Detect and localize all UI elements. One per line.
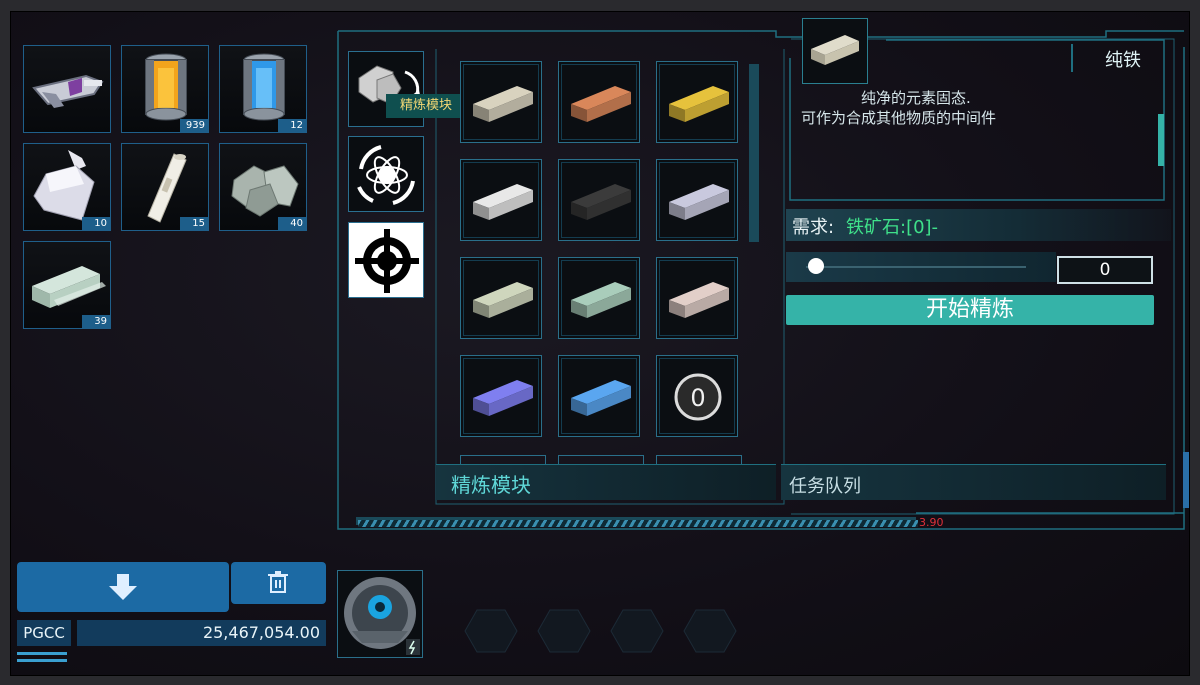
atom-cycle-icon [357, 145, 415, 205]
module-synthesis-button[interactable] [348, 136, 424, 212]
inventory-slot-blue-canister[interactable]: 12 [219, 45, 307, 133]
sphere-icon: 0 [674, 373, 722, 421]
quantity-slider[interactable] [786, 252, 1056, 282]
recipe-slot-ingot-mint[interactable] [558, 257, 640, 339]
item-count: 939 [180, 119, 208, 132]
status-line [17, 652, 67, 655]
ingot-icon [669, 282, 729, 318]
item-count: 39 [82, 315, 110, 328]
ingot-icon [473, 86, 533, 122]
status-line [17, 659, 67, 662]
ingot-icon [571, 184, 631, 220]
inventory-slot-glass-flask[interactable]: 10 [23, 143, 111, 231]
recipe-slot-sphere-zero[interactable]: 0 [656, 355, 738, 437]
discard-button[interactable] [231, 562, 326, 604]
recipe-slot-ingot-silver[interactable] [460, 159, 542, 241]
ship-slot[interactable] [337, 570, 423, 658]
ingot-icon [473, 380, 533, 416]
recipe-slot-ingot-lavender[interactable] [656, 159, 738, 241]
item-title: 纯铁 [1105, 50, 1141, 71]
recipe-scrollbar[interactable] [749, 64, 759, 242]
item-count: 40 [278, 217, 306, 230]
progress-value: 3.90 [919, 516, 944, 529]
recipe-slot-ingot-violet[interactable] [460, 355, 542, 437]
ingot-icon [473, 282, 533, 318]
game-screen: 939 12 10 15 40 39 精炼模块 0 精炼模块 任务队列 3.90… [10, 11, 1190, 676]
recipe-slot-ingot-dark[interactable] [558, 159, 640, 241]
module-tooltip: 精炼模块 [386, 94, 466, 118]
module-target-button[interactable] [348, 222, 424, 298]
recipe-slot-ingot-gold[interactable] [656, 61, 738, 143]
arrow-down-icon [109, 574, 137, 600]
recipe-slot-ingot-sky[interactable] [558, 355, 640, 437]
requirement-item: 铁矿石:[0]- [846, 217, 939, 238]
start-refine-button[interactable]: 开始精炼 [786, 295, 1154, 325]
quantity-input[interactable]: 0 [1057, 256, 1153, 284]
download-button[interactable] [17, 562, 229, 612]
item-count: 10 [82, 217, 110, 230]
item-description-line1: 纯净的元素固态. [861, 89, 971, 107]
inventory-slot-orange-canister[interactable]: 939 [121, 45, 209, 133]
requirement-bar: 需求: 铁矿石:[0]- [786, 209, 1171, 241]
inventory-slot-tether-launcher[interactable] [23, 45, 111, 133]
task-queue-label: 任务队列 [789, 476, 861, 497]
item-count: 15 [180, 217, 208, 230]
slider-knob[interactable] [808, 258, 824, 274]
recipe-slot-ingot-sage[interactable] [460, 257, 542, 339]
ingot-icon [669, 86, 729, 122]
ship-core-icon [344, 577, 420, 655]
recipe-slot-ingot-rose[interactable] [656, 257, 738, 339]
side-tab[interactable] [1183, 452, 1189, 508]
recipe-slot-ingot-cream[interactable] [460, 61, 542, 143]
ingot-icon [473, 184, 533, 220]
target-ring-icon [351, 225, 423, 297]
requirement-prefix: 需求: [792, 217, 835, 238]
item-description-line2: 可作为合成其他物质的中间件 [801, 109, 997, 127]
recipe-slot-ingot-copper[interactable] [558, 61, 640, 143]
inventory-slot-white-rod[interactable]: 15 [121, 143, 209, 231]
title-bracket: 纯铁 [1071, 44, 1153, 72]
tether-launcher-icon [32, 74, 104, 108]
ingot-icon [669, 184, 729, 220]
currency-label: PGCC [17, 620, 71, 646]
inventory-slot-gray-ore[interactable]: 40 [219, 143, 307, 231]
ingot-icon [571, 282, 631, 318]
ingot-icon [571, 380, 631, 416]
ingot-icon [571, 86, 631, 122]
hex-slot[interactable] [682, 608, 738, 654]
hex-slot[interactable] [463, 608, 519, 654]
progress-stripe [358, 520, 918, 527]
hex-slot[interactable] [536, 608, 592, 654]
slider-track [806, 266, 1026, 268]
module-section-label: 精炼模块 [451, 473, 531, 497]
item-count: 12 [278, 119, 306, 132]
trash-icon [268, 571, 288, 593]
currency-amount: 25,467,054.00 [77, 620, 326, 646]
iron-ingot-icon [811, 35, 859, 65]
hex-slot[interactable] [609, 608, 665, 654]
detail-item-slot [802, 18, 868, 84]
inventory-slot-pale-green-ingot[interactable]: 39 [23, 241, 111, 329]
sphere-label: 0 [690, 384, 705, 412]
